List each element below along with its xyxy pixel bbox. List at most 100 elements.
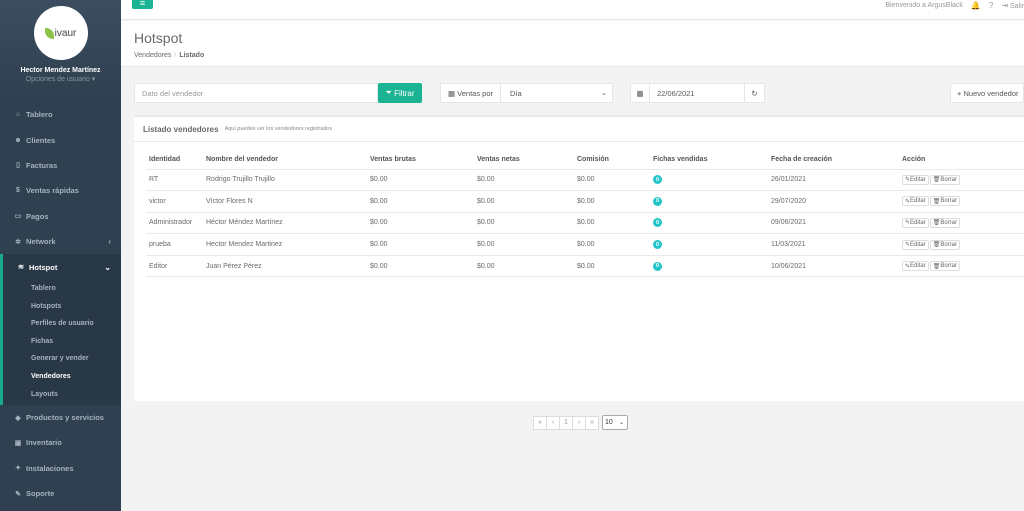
sidebar-item-hotspot[interactable]: ≋ Hotspot ⌄ (0, 254, 121, 280)
wrench-icon: ✎ (15, 490, 21, 498)
created-date-cell: 11/03/2021 (768, 233, 899, 256)
plus-icon: + (957, 88, 962, 98)
name-cell: Héctor Méndez Martínez (203, 212, 367, 235)
calendar-icon: ▦ (447, 88, 456, 98)
edit-button[interactable]: ✎ Editar (902, 239, 929, 250)
chevron-left-icon: ‹ (108, 237, 111, 247)
refresh-date-button[interactable]: ↻ (744, 83, 765, 103)
submenu-item-perfiles[interactable]: Perfiles de usuario (3, 315, 121, 333)
sidebar-item-productos[interactable]: ◆ Productos y servicios (0, 405, 121, 430)
network-icon: ✲ (15, 238, 21, 246)
sidebar-item-inventario[interactable]: ▣ Inventario (0, 430, 121, 455)
period-select[interactable]: Día ⌄ (500, 83, 613, 103)
sold-count-badge: 0 (653, 261, 662, 271)
column-header[interactable]: Fichas vendidas (650, 150, 768, 170)
net-sales-cell: $0.00 (474, 233, 574, 256)
table-row: victor Víctor Flores N $0.00 $0.00 $0.00… (146, 190, 1024, 213)
per-page-select[interactable]: 10 ⌄ (602, 415, 628, 430)
tools-icon: ✦ (15, 465, 21, 473)
hamburger-icon: ≡ (139, 0, 146, 8)
table-row: Administrador Héctor Méndez Martínez $0.… (146, 212, 1024, 235)
sidebar-item-ventas-rapidas[interactable]: $ Ventas rápidas (0, 178, 121, 203)
menu-toggle-button[interactable]: ≡ (132, 0, 153, 9)
prev-page-button[interactable]: ‹ (546, 415, 560, 430)
seller-search-input[interactable]: Dato del vendedor (134, 83, 378, 103)
edit-button[interactable]: ✎ Editar (902, 217, 929, 228)
delete-button[interactable]: 🗑 Borrar (929, 217, 961, 228)
submenu-item-generar[interactable]: Generar y vender (3, 350, 121, 368)
submenu-item-vendedores[interactable]: Vendedores (3, 368, 121, 386)
edit-button[interactable]: ✎ Editar (902, 261, 929, 272)
edit-button[interactable]: ✎ Editar (902, 196, 929, 207)
sellers-table: Identidad Nombre del vendedor Ventas bru… (146, 150, 1024, 278)
name-cell: Juan Pérez Pérez (203, 255, 367, 278)
filter-button[interactable]: ⏷ Filtrar (378, 83, 422, 103)
trash-icon: 🗑 (932, 242, 941, 249)
submenu-item-fichas[interactable]: Fichas (3, 333, 121, 351)
identity-cell: prueba (146, 233, 203, 256)
chevron-down-icon: ⌄ (601, 90, 607, 97)
last-page-button[interactable]: » (585, 415, 599, 430)
identity-cell: RT (146, 169, 203, 192)
file-icon: ▯ (16, 162, 20, 170)
trash-icon: 🗑 (932, 177, 941, 184)
calendar-icon: ▦ (636, 88, 644, 98)
user-name: Hector Mendez Martínez (20, 67, 101, 74)
sidebar-item-instalaciones[interactable]: ✦ Instalaciones (0, 456, 121, 481)
user-options-dropdown[interactable]: Opciones de usuario ▾ (0, 75, 121, 83)
delete-button[interactable]: 🗑 Borrar (929, 174, 961, 185)
commission-cell: $0.00 (574, 169, 650, 192)
submenu-item-layouts[interactable]: Layouts (3, 385, 121, 403)
sidebar-item-clientes[interactable]: ☻ Clientes (0, 127, 121, 152)
sidebar-item-pagos[interactable]: ▭ Pagos (0, 204, 121, 229)
column-header[interactable]: Ventas brutas (367, 150, 474, 170)
column-header[interactable]: Nombre del vendedor (203, 150, 367, 170)
column-header[interactable]: Identidad (146, 150, 203, 170)
sidebar-item-facturas[interactable]: ▯ Facturas (0, 153, 121, 178)
column-header[interactable]: Comisión (574, 150, 650, 170)
date-input[interactable]: 22/06/2021 (649, 83, 745, 103)
delete-button[interactable]: 🗑 Borrar (929, 261, 961, 272)
submenu-item-tablero[interactable]: Tablero (3, 280, 121, 298)
sidebar-item-tablero[interactable]: ⌂ Tablero (0, 102, 121, 127)
sellers-panel: Listado vendedores Aquí puedes ver los v… (134, 115, 1024, 401)
new-seller-button[interactable]: + Nuevo vendedor (950, 83, 1024, 103)
net-sales-cell: $0.00 (474, 255, 574, 278)
edit-button[interactable]: ✎ Editar (902, 174, 929, 185)
commission-cell: $0.00 (574, 255, 650, 278)
bell-icon[interactable]: 🔔 (971, 1, 981, 10)
delete-button[interactable]: 🗑 Borrar (929, 239, 961, 250)
panel-subtitle: Aquí puedes ver los vendedores registrad… (224, 126, 333, 132)
delete-button[interactable]: 🗑 Borrar (929, 196, 961, 207)
sign-out-icon: ⇥ (1001, 0, 1009, 10)
breadcrumb-vendedores[interactable]: Vendedores (134, 52, 171, 59)
next-page-button[interactable]: › (572, 415, 586, 430)
sold-count-badge: 0 (653, 240, 662, 250)
date-addon: ▦ (630, 83, 650, 103)
wifi-icon: ≋ (18, 264, 24, 272)
column-header: Acción (899, 150, 1024, 170)
dollar-icon: $ (16, 187, 20, 195)
identity-cell: Administrador (146, 212, 203, 235)
tag-icon: ◆ (15, 414, 21, 422)
gross-sales-cell: $0.00 (367, 255, 474, 278)
first-page-button[interactable]: « (533, 415, 547, 430)
logout-link[interactable]: ⇥ Salir (1001, 1, 1024, 10)
sidebar-item-soporte[interactable]: ✎ Soporte (0, 481, 121, 506)
avatar[interactable]: ivaur (33, 6, 88, 60)
column-header[interactable]: Ventas netas (474, 150, 574, 170)
page-number-button[interactable]: 1 (559, 415, 573, 430)
created-date-cell: 29/07/2020 (768, 190, 899, 213)
dashboard-icon: ⌂ (15, 111, 21, 119)
sold-count-badge: 0 (653, 175, 662, 185)
net-sales-cell: $0.00 (474, 169, 574, 192)
sidebar: ivaur Hector Mendez Martínez Opciones de… (0, 0, 121, 511)
table-header-row: Identidad Nombre del vendedor Ventas bru… (146, 150, 1024, 170)
help-icon[interactable]: ? (989, 1, 993, 10)
name-cell: Hector Mendez Martinez (203, 233, 367, 256)
gross-sales-cell: $0.00 (367, 169, 474, 192)
submenu-item-hotspots[interactable]: Hotspots (3, 297, 121, 315)
net-sales-cell: $0.00 (474, 190, 574, 213)
column-header[interactable]: Fecha de creación (768, 150, 899, 170)
sidebar-item-network[interactable]: ✲ Network ‹ (0, 229, 121, 254)
